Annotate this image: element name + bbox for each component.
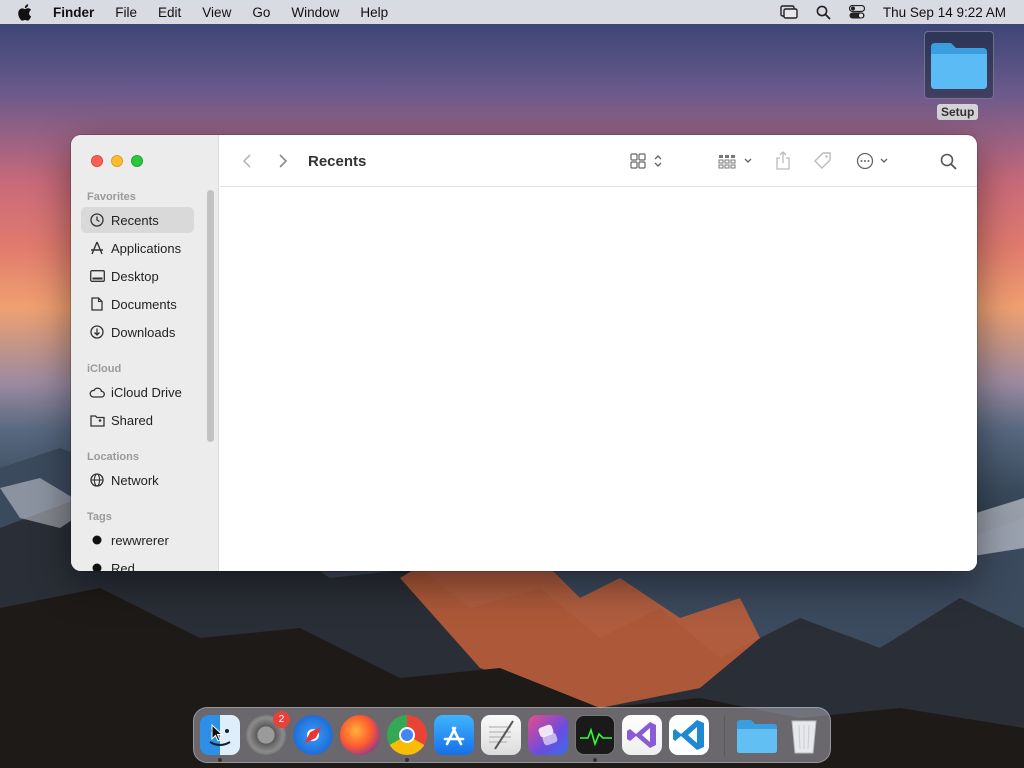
- clock-icon: [89, 212, 105, 228]
- zoom-button[interactable]: [131, 155, 143, 167]
- dock-shortcuts-icon[interactable]: [528, 715, 568, 755]
- finder-toolbar: Recents: [220, 135, 977, 187]
- sidebar-item-label: Red: [111, 560, 135, 572]
- globe-icon: [89, 472, 105, 488]
- sidebar-section-icloud: iCloud: [87, 363, 122, 375]
- menu-view[interactable]: View: [202, 5, 231, 20]
- sidebar-item-label: Network: [111, 472, 159, 488]
- dock-folder-icon[interactable]: [735, 715, 777, 755]
- folder-icon: [931, 43, 987, 89]
- dock-chrome-icon[interactable]: [387, 715, 427, 755]
- sidebar-section-locations: Locations: [87, 451, 139, 463]
- chevron-right-icon: [279, 154, 288, 168]
- sidebar-tag-rewwrerer[interactable]: rewwrerer: [81, 527, 194, 553]
- sidebar-item-label: Downloads: [111, 324, 176, 340]
- menu-file[interactable]: File: [115, 5, 137, 20]
- dock-trash-icon[interactable]: [784, 715, 824, 755]
- action-menu-button[interactable]: [856, 135, 890, 187]
- sidebar-item-applications[interactable]: Applications: [81, 235, 194, 261]
- file-content-area[interactable]: [220, 188, 977, 571]
- tags-button[interactable]: [813, 135, 833, 187]
- dock-app-store-icon[interactable]: [434, 715, 474, 755]
- sidebar-item-label: Desktop: [111, 268, 159, 284]
- menu-clock[interactable]: Thu Sep 14 9:22 AM: [883, 5, 1006, 20]
- dock-firefox-icon[interactable]: [340, 715, 380, 755]
- cloud-icon: [89, 384, 105, 400]
- dock-safari-icon[interactable]: [293, 715, 333, 755]
- download-icon: [89, 324, 105, 340]
- menu-edit[interactable]: Edit: [158, 5, 181, 20]
- sidebar-item-label: Applications: [111, 240, 182, 256]
- tag-dot-icon: [89, 560, 105, 571]
- dock-vscode-icon[interactable]: [669, 715, 709, 755]
- notification-badge: 2: [273, 711, 290, 728]
- sidebar-item-downloads[interactable]: Downloads: [81, 319, 194, 345]
- dock-activity-monitor-icon[interactable]: [575, 715, 615, 755]
- sidebar-item-label: Shared: [111, 412, 153, 428]
- minimize-button[interactable]: [111, 155, 123, 167]
- screen-mirroring-icon[interactable]: [780, 5, 798, 19]
- sidebar-item-icloud-drive[interactable]: iCloud Drive: [81, 379, 194, 405]
- menu-help[interactable]: Help: [360, 5, 388, 20]
- menu-app-name[interactable]: Finder: [53, 5, 94, 20]
- chevron-left-icon: [242, 154, 251, 168]
- ellipsis-circle-icon: [856, 152, 888, 170]
- sidebar-scrollbar[interactable]: [207, 190, 214, 442]
- sidebar-item-label: Recents: [111, 212, 159, 228]
- sidebar-item-label: Documents: [111, 296, 177, 312]
- window-controls: [91, 155, 143, 167]
- group-by-button[interactable]: [718, 135, 754, 187]
- menu-bar: Finder File Edit View Go Window Help Thu…: [0, 0, 1024, 24]
- dock-running-indicator: [218, 758, 222, 762]
- view-mode-button[interactable]: [630, 135, 668, 187]
- finder-window: Favorites Recents Applications Desktop D…: [71, 135, 977, 571]
- sidebar-section-tags: Tags: [87, 511, 112, 523]
- sidebar-item-recents[interactable]: Recents: [81, 207, 194, 233]
- spotlight-search-icon[interactable]: [816, 5, 831, 20]
- dock-running-indicator: [405, 758, 409, 762]
- sidebar-item-network[interactable]: Network: [81, 467, 194, 493]
- window-title: Recents: [308, 152, 367, 170]
- dock-separator: [724, 716, 725, 756]
- applications-icon: [89, 240, 105, 256]
- sidebar-section-favorites: Favorites: [87, 191, 136, 203]
- forward-button[interactable]: [278, 135, 288, 187]
- sidebar-item-label: rewwrerer: [111, 532, 169, 548]
- dock-visual-studio-icon[interactable]: [622, 715, 662, 755]
- back-button[interactable]: [242, 135, 252, 187]
- close-button[interactable]: [91, 155, 103, 167]
- tag-dot-icon: [89, 532, 105, 548]
- sidebar-item-desktop[interactable]: Desktop: [81, 263, 194, 289]
- dock-running-indicator: [593, 758, 597, 762]
- desktop-icon: [89, 268, 105, 284]
- mouse-cursor-icon: [211, 724, 223, 742]
- sidebar-item-documents[interactable]: Documents: [81, 291, 194, 317]
- desktop-folder-label: Setup: [937, 104, 979, 120]
- menu-window[interactable]: Window: [291, 5, 339, 20]
- dock: 2: [193, 707, 831, 763]
- control-center-icon[interactable]: [848, 5, 865, 19]
- desktop-folder-setup[interactable]: Setup: [924, 31, 994, 121]
- icon-view-icon: [630, 153, 662, 169]
- menu-go[interactable]: Go: [252, 5, 270, 20]
- finder-sidebar: Favorites Recents Applications Desktop D…: [71, 135, 219, 571]
- share-button[interactable]: [775, 135, 791, 187]
- shared-folder-icon: [89, 412, 105, 428]
- tag-icon: [814, 152, 831, 169]
- sidebar-item-shared[interactable]: Shared: [81, 407, 194, 433]
- document-icon: [89, 296, 105, 312]
- apple-menu-icon[interactable]: [17, 3, 37, 21]
- search-icon: [940, 153, 957, 170]
- group-icon: [718, 155, 752, 169]
- dock-textedit-icon[interactable]: [481, 715, 521, 755]
- sidebar-tag-red[interactable]: Red: [81, 555, 194, 571]
- share-icon: [776, 151, 790, 170]
- sidebar-item-label: iCloud Drive: [111, 384, 182, 400]
- search-button[interactable]: [940, 135, 957, 187]
